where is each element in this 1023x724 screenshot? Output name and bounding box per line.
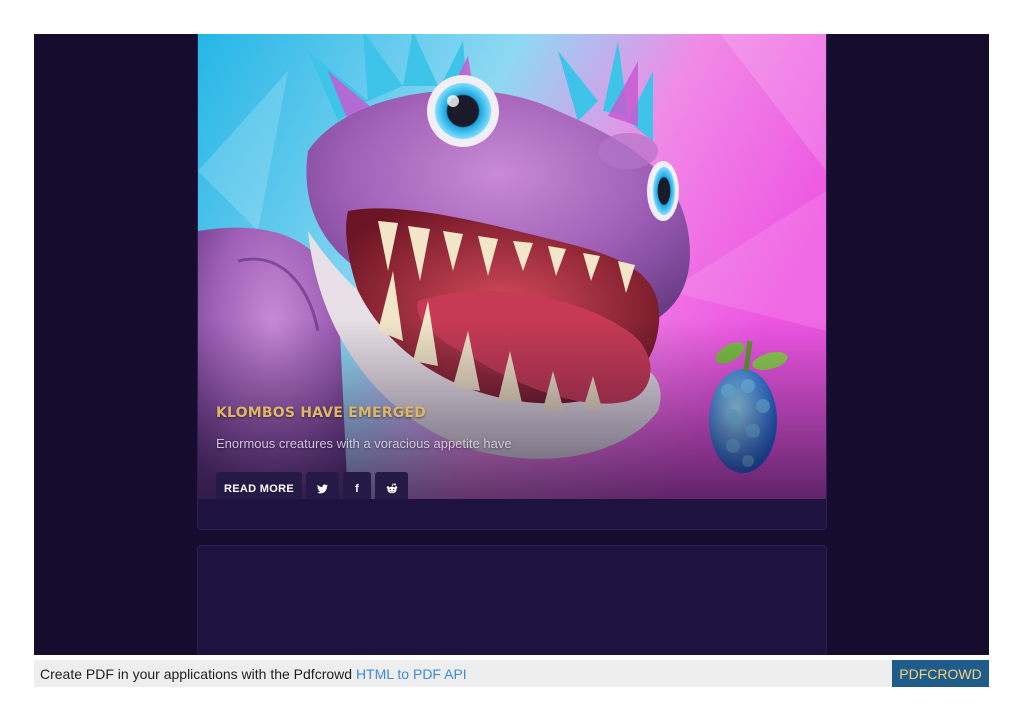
article-card: KLOMBOS HAVE EMERGED Enormous creatures … xyxy=(197,34,827,530)
footer-text: Create PDF in your applications with the… xyxy=(40,666,467,682)
share-twitter-button[interactable] xyxy=(306,472,339,499)
twitter-icon xyxy=(317,483,328,493)
share-reddit-button[interactable] xyxy=(375,472,408,499)
article-excerpt: Enormous creatures with a voracious appe… xyxy=(216,436,512,451)
main-content: KLOMBOS HAVE EMERGED Enormous creatures … xyxy=(34,34,989,655)
article-actions: READ MORE f xyxy=(216,472,408,499)
page: KLOMBOS HAVE EMERGED Enormous creatures … xyxy=(0,0,1023,724)
share-facebook-button[interactable]: f xyxy=(343,472,371,499)
footer-message: Create PDF in your applications with the… xyxy=(40,666,356,682)
facebook-icon: f xyxy=(355,482,359,495)
article-card-placeholder xyxy=(197,545,827,655)
pdf-footer-banner: Create PDF in your applications with the… xyxy=(34,660,989,687)
read-more-button[interactable]: READ MORE xyxy=(216,472,302,499)
article-title[interactable]: KLOMBOS HAVE EMERGED xyxy=(216,405,426,421)
article-hero-image[interactable]: KLOMBOS HAVE EMERGED Enormous creatures … xyxy=(198,34,826,499)
reddit-icon xyxy=(386,483,397,494)
html-to-pdf-api-link[interactable]: HTML to PDF API xyxy=(356,666,467,682)
pdfcrowd-badge[interactable]: PDFCROWD xyxy=(892,660,989,687)
